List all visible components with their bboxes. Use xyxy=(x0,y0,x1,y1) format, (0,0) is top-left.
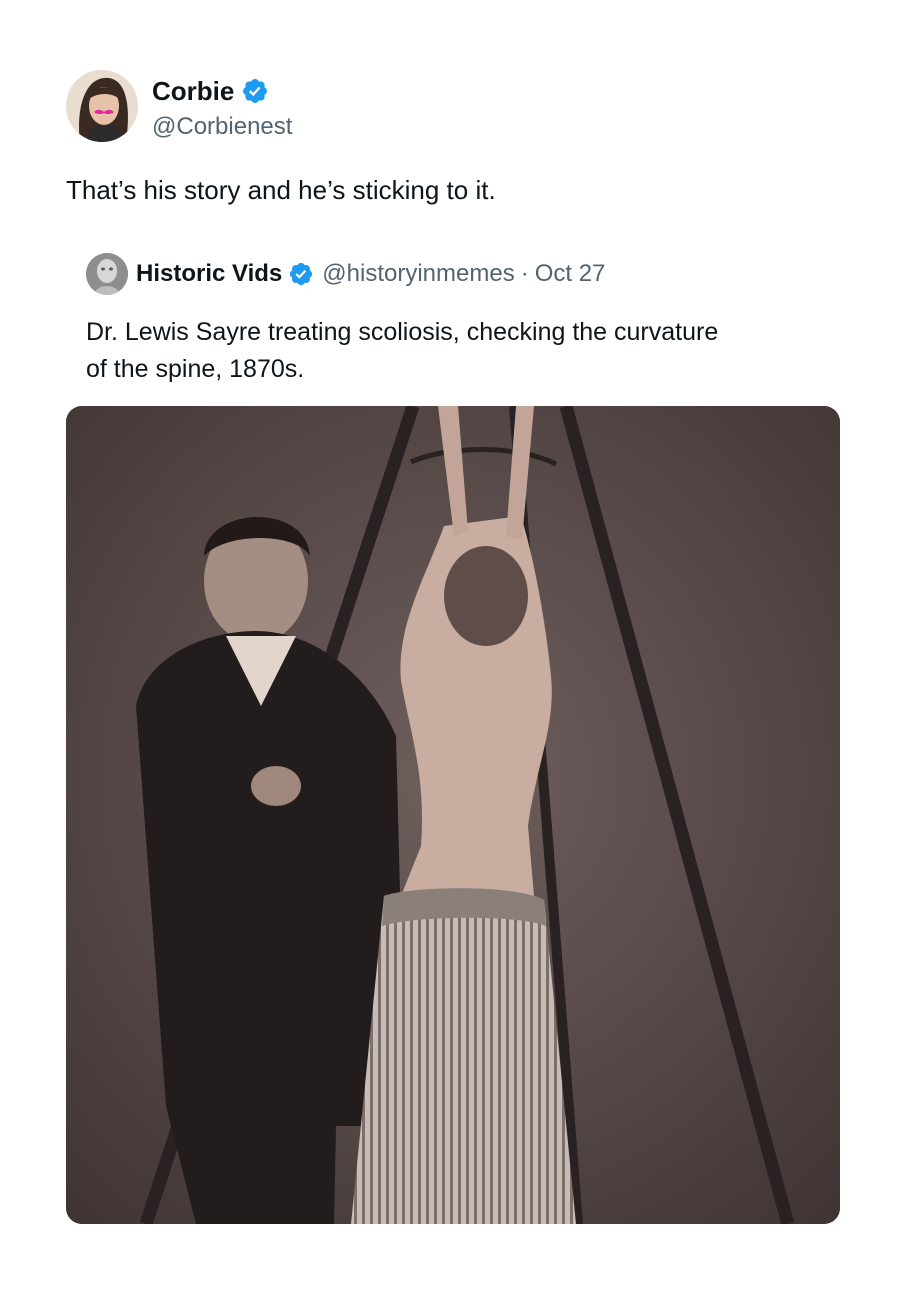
quoted-author-display-name[interactable]: Historic Vids xyxy=(136,260,282,288)
avatar-photo-icon xyxy=(66,70,138,142)
author-avatar[interactable] xyxy=(66,70,138,142)
verified-badge-icon xyxy=(241,77,269,105)
author-meta: Corbie @Corbienest xyxy=(152,71,292,141)
tweet-card: Corbie @Corbienest That’s his story and … xyxy=(0,0,900,1289)
meta-separator: · xyxy=(520,260,529,287)
author-name-line: Corbie xyxy=(152,71,292,111)
quoted-author-avatar[interactable] xyxy=(86,253,128,295)
quoted-author-handle[interactable]: @historyinmemes xyxy=(322,260,514,288)
tweet-author-row: Corbie @Corbienest xyxy=(66,68,292,144)
quoted-tweet-text: Dr. Lewis Sayre treating scoliosis, chec… xyxy=(86,318,719,383)
sepia-photo-icon xyxy=(66,406,840,1224)
tweet-text: That’s his story and he’s sticking to it… xyxy=(66,175,496,205)
avatar-photo-icon xyxy=(86,253,128,295)
quoted-tweet-date[interactable]: Oct 27 xyxy=(535,260,606,288)
author-display-name[interactable]: Corbie xyxy=(152,76,234,107)
author-handle[interactable]: @Corbienest xyxy=(152,113,292,141)
quoted-tweet[interactable]: Historic Vids @historyinmemes · Oct 27 D… xyxy=(66,240,840,1230)
verified-badge-icon xyxy=(288,261,314,287)
quoted-tweet-header: Historic Vids @historyinmemes · Oct 27 xyxy=(86,252,605,296)
quoted-tweet-photo[interactable] xyxy=(66,406,840,1224)
